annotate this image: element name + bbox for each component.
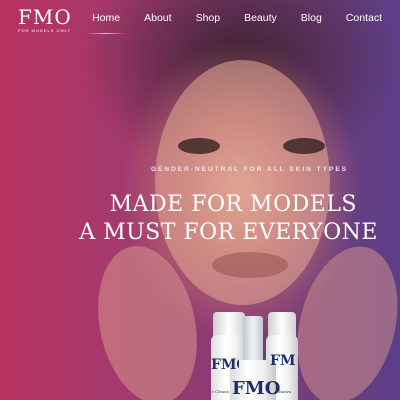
hero-eyebrow: GENDER-NEUTRAL FOR ALL SKIN TYPES [151,166,348,173]
hero-headline-line-2: A MUST FOR EVERYONE [79,220,378,245]
nav-item-beauty[interactable]: Beauty [244,12,277,24]
top-navigation: FMO FOR MODELS ONLY Home About Shop Beau… [0,0,400,40]
product-right-logo: FMO [270,353,296,369]
hero-headline-line-1: MADE FOR MODELS [109,192,357,217]
nav-menu: Home About Shop Beauty Blog Contact [68,12,382,34]
product-left-logo: FMO [211,357,239,373]
nav-item-shop[interactable]: Shop [196,12,221,24]
nav-item-contact[interactable]: Contact [346,12,382,24]
nav-item-about[interactable]: About [144,12,171,24]
model-lips [212,252,288,278]
product-bottle-center-pump [243,316,263,362]
nav-item-blog[interactable]: Blog [301,12,322,24]
model-right-eye [283,138,325,154]
hero-section: FMO FOR MODELS ONLY Home About Shop Beau… [0,0,400,400]
product-center-logo: FMO [232,378,281,399]
nav-item-home[interactable]: Home [86,12,127,34]
product-right-label-text: Tanwa [278,389,292,394]
product-left-label-text: r Cleans [212,389,229,394]
model-left-eye [178,138,220,154]
brand-logo-name: FMO [18,5,72,29]
brand-logo-tagline: FOR MODELS ONLY [18,28,72,33]
brand-logo[interactable]: FMO FOR MODELS ONLY [18,6,72,33]
